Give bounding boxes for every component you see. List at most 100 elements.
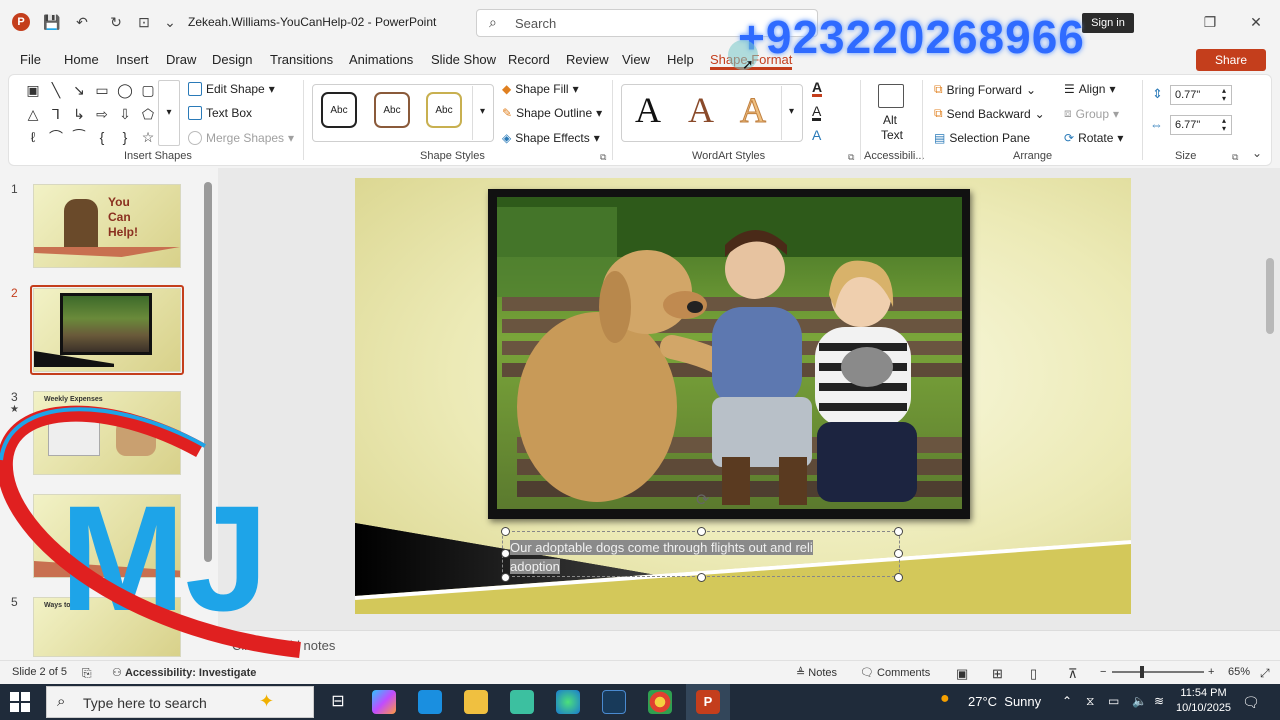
tab-insert[interactable]: Insert (116, 52, 149, 67)
sign-in-button[interactable]: Sign in (1082, 13, 1134, 33)
freeform-shape-icon[interactable]: ℓ (25, 130, 41, 144)
star-shape-icon[interactable]: ☆ (140, 130, 156, 144)
tab-file[interactable]: File (20, 52, 41, 67)
rectangle-shape-icon[interactable]: ▭ (94, 83, 110, 97)
notifications-icon[interactable]: 🗨 (1242, 694, 1260, 711)
tab-record[interactable]: Record (508, 52, 550, 67)
battery-icon[interactable]: ▭ (1108, 694, 1119, 708)
zoom-slider-thumb[interactable] (1140, 666, 1144, 678)
clock[interactable]: 11:54 PM 10/10/2025 (1176, 686, 1231, 716)
right-brace-shape-icon[interactable]: } (117, 130, 133, 144)
tab-transitions[interactable]: Transitions (270, 52, 333, 67)
undo-icon[interactable]: ↶ (72, 12, 92, 32)
slide-thumbnail-5[interactable]: Ways to Help (33, 597, 181, 657)
resize-handle[interactable] (894, 549, 903, 558)
volume-icon[interactable]: 🔈 (1132, 694, 1147, 708)
elbow-arrow-icon[interactable]: ↳ (71, 107, 87, 121)
zoom-out-icon[interactable]: − (1100, 666, 1106, 678)
resize-handle[interactable] (501, 549, 510, 558)
shape-style-2[interactable]: Abc (374, 92, 410, 128)
dialog-launcher-icon[interactable]: ⧉ (848, 152, 854, 163)
right-arrow-shape-icon[interactable]: ⇨ (94, 107, 110, 121)
normal-view-icon[interactable]: ▣ (956, 666, 968, 682)
dialog-launcher-icon[interactable]: ⧉ (1232, 152, 1238, 163)
send-backward-button[interactable]: ⧉ Send Backward ⌄ (934, 106, 1045, 121)
selection-pane-button[interactable]: ▤ Selection Pane (934, 131, 1030, 145)
wordart-style-3[interactable]: A (740, 92, 767, 129)
close-icon[interactable]: ✕ (1246, 12, 1266, 32)
wifi-icon[interactable]: ≋ (1154, 694, 1164, 708)
shapes-more-icon[interactable]: ▾ (158, 80, 180, 146)
tab-design[interactable]: Design (212, 52, 252, 67)
show-hidden-icons[interactable]: ⌃ (1062, 694, 1072, 708)
file-explorer-icon[interactable] (464, 690, 488, 714)
wordart-style-2[interactable]: A (688, 92, 714, 128)
share-button[interactable]: Share (1196, 49, 1266, 71)
alt-text-icon[interactable] (878, 84, 904, 108)
group-button[interactable]: ⧈ Group ▾ (1064, 106, 1119, 121)
caption-text[interactable]: Our adoptable dogs come through flights … (510, 538, 813, 576)
arc-shape-icon[interactable]: ⌒ (48, 130, 64, 144)
shape-styles-more-icon[interactable]: ▾ (472, 86, 492, 140)
tab-help[interactable]: Help (667, 52, 694, 67)
wordart-style-1[interactable]: A (635, 92, 661, 128)
resize-handle[interactable] (894, 573, 903, 582)
alt-text-label-1[interactable]: Alt (883, 113, 897, 127)
dog-and-children-photo[interactable] (497, 197, 962, 509)
task-view-icon[interactable]: ⊟ (326, 690, 350, 714)
taskbar-search[interactable]: ⌕ Type here to search ✦ (46, 686, 314, 718)
bring-forward-button[interactable]: ⧉ Bring Forward ⌄ (934, 82, 1036, 97)
tab-draw[interactable]: Draw (166, 52, 196, 67)
resize-handle[interactable] (697, 527, 706, 536)
width-spinner-icon[interactable]: ▴ ▾ (1222, 117, 1226, 133)
accessibility-status[interactable]: ⚇ Accessibility: Investigate (112, 666, 256, 679)
text-fill-icon[interactable]: A (812, 80, 823, 97)
align-button[interactable]: ☰ Align ▾ (1064, 82, 1115, 96)
resize-handle[interactable] (697, 573, 706, 582)
edge-icon[interactable] (556, 690, 580, 714)
rotate-button[interactable]: ⟳ Rotate ▾ (1064, 131, 1123, 145)
slide-thumbnail-2[interactable] (33, 288, 181, 372)
rotate-handle-icon[interactable]: ⟳ (696, 490, 709, 510)
save-icon[interactable]: 💾 (42, 12, 62, 32)
fit-to-window-icon[interactable]: ⤢ (1260, 666, 1270, 681)
notes-pane[interactable] (218, 630, 1280, 660)
resize-handle[interactable] (501, 573, 510, 582)
slide-thumbnail-3[interactable]: Weekly Expenses (33, 391, 181, 475)
notes-placeholder[interactable]: Click to add notes (232, 638, 335, 653)
zoom-slider[interactable] (1112, 671, 1204, 673)
windows-start-icon[interactable] (10, 692, 30, 712)
notepad-icon[interactable] (510, 690, 534, 714)
terminal-icon[interactable] (602, 690, 626, 714)
restore-icon[interactable]: ❐ (1200, 12, 1220, 32)
arrow-line-shape-icon[interactable]: ↘ (71, 83, 87, 97)
powerpoint-taskbar-icon[interactable]: P (696, 690, 720, 714)
shape-style-1[interactable]: Abc (321, 92, 357, 128)
slide-thumbnail-4[interactable] (33, 494, 181, 578)
weather-widget[interactable]: 27°C Sunny (968, 694, 1041, 709)
redo-icon[interactable]: ↻ (106, 12, 126, 32)
slide-thumbnail-1[interactable]: You Can Help! (33, 184, 181, 268)
comments-button[interactable]: 🗨 Comments (860, 666, 930, 679)
dialog-launcher-icon[interactable]: ⧉ (600, 152, 606, 163)
resize-handle[interactable] (501, 527, 510, 536)
thumbnail-scrollbar[interactable] (204, 174, 212, 654)
text-box-button[interactable]: Text Box (188, 106, 252, 120)
height-spinner-icon[interactable]: ▴ ▾ (1222, 87, 1226, 103)
tab-review[interactable]: Review (566, 52, 609, 67)
tab-slide-show[interactable]: Slide Show (431, 52, 496, 67)
text-outline-icon[interactable]: A (812, 104, 822, 121)
alt-text-label-2[interactable]: Text (881, 128, 903, 142)
tab-home[interactable]: Home (64, 52, 99, 67)
shape-outline-button[interactable]: ✎ Shape Outline ▾ (502, 106, 602, 120)
oval-shape-icon[interactable]: ◯ (117, 83, 133, 97)
shape-fill-button[interactable]: ◆ Shape Fill ▾ (502, 82, 579, 96)
curve-shape-icon[interactable]: ⁀ (71, 130, 87, 144)
elbow-connector-icon[interactable]: ⅂ (48, 107, 64, 121)
resize-handle[interactable] (894, 527, 903, 536)
left-brace-shape-icon[interactable]: { (94, 130, 110, 144)
rounded-rect-shape-icon[interactable]: ▢ (140, 83, 156, 97)
chrome-icon[interactable] (648, 690, 672, 714)
editor-scrollbar[interactable] (1266, 258, 1274, 334)
reading-view-icon[interactable]: ▯ (1030, 666, 1037, 682)
